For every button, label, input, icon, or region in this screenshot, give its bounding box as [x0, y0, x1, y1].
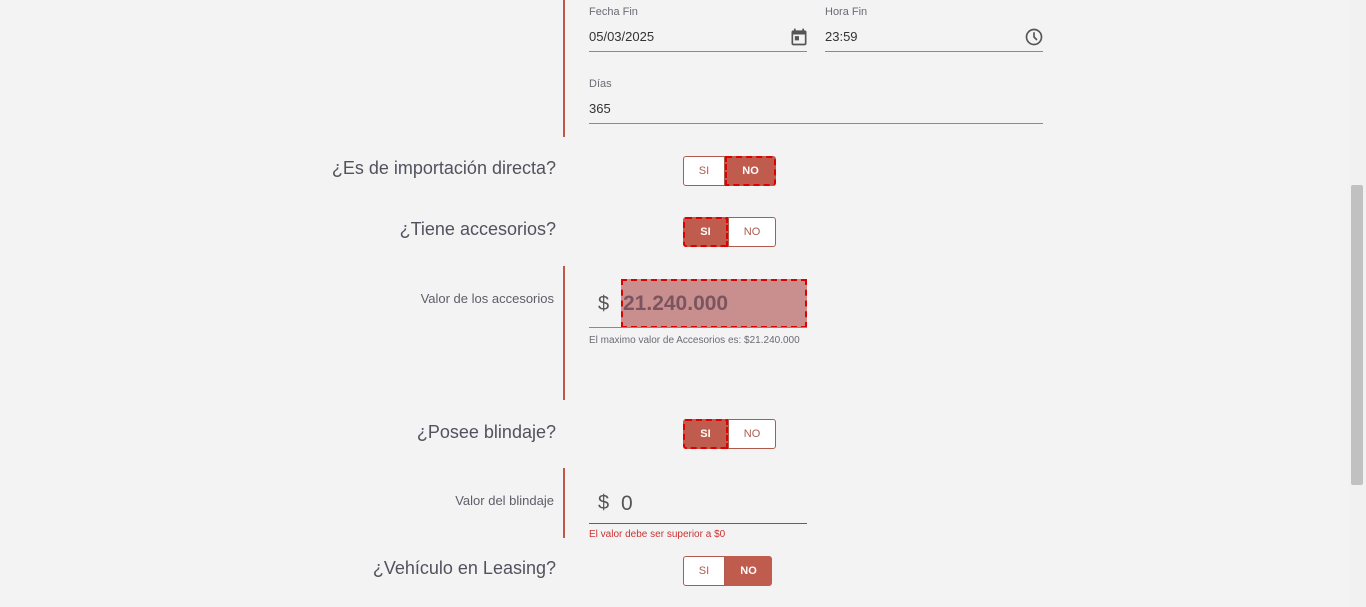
leasing-question: ¿Vehículo en Leasing?: [372, 558, 556, 578]
leasing-no-button[interactable]: NO: [725, 556, 772, 586]
fecha-fin-input[interactable]: 05/03/2025: [589, 29, 654, 44]
importacion-no-button[interactable]: NO: [725, 156, 776, 186]
hora-fin-underline: [825, 51, 1043, 52]
accesorios-toggle: SI NO: [683, 217, 776, 247]
form-page: Fecha Fin 05/03/2025 Hora Fin 23:59 Días…: [0, 0, 1366, 607]
fecha-fin-label: Fecha Fin: [589, 6, 638, 18]
clock-icon[interactable]: [1024, 27, 1044, 47]
hora-fin-label: Hora Fin: [825, 6, 868, 18]
dias-input[interactable]: 365: [589, 101, 611, 116]
blindaje-question: ¿Posee blindaje?: [416, 422, 556, 442]
section-divider-dates: [563, 0, 565, 137]
valor-blindaje-error: El valor debe ser superior a $0: [589, 529, 726, 540]
accesorios-question: ¿Tiene accesorios?: [399, 219, 556, 239]
valor-accesorios-underline: [589, 327, 807, 328]
leasing-toggle: SI NO: [683, 556, 772, 586]
valor-accesorios-input[interactable]: 21.240.000: [621, 279, 807, 328]
calendar-icon[interactable]: [789, 27, 809, 47]
page-scrollbar[interactable]: [1349, 0, 1366, 607]
section-divider-blindaje: [563, 468, 565, 538]
importacion-toggle: SI NO: [683, 156, 776, 186]
accesorios-si-button[interactable]: SI: [683, 217, 728, 247]
importacion-question: ¿Es de importación directa?: [331, 158, 556, 178]
valor-accesorios-hint: El maximo valor de Accesorios es: $21.24…: [589, 335, 800, 346]
dias-underline: [589, 123, 1043, 124]
blindaje-currency-sign: $: [598, 492, 610, 514]
valor-blindaje-label: Valor del blindaje: [455, 493, 554, 508]
importacion-si-button[interactable]: SI: [683, 156, 725, 186]
valor-accesorios-label: Valor de los accesorios: [420, 291, 554, 306]
dias-label: Días: [589, 78, 612, 90]
leasing-si-button[interactable]: SI: [683, 556, 725, 586]
accesorios-currency-sign: $: [598, 293, 610, 315]
valor-blindaje-input[interactable]: 0: [619, 488, 805, 520]
blindaje-toggle: SI NO: [683, 419, 776, 449]
blindaje-no-button[interactable]: NO: [728, 419, 776, 449]
hora-fin-input[interactable]: 23:59: [825, 29, 858, 44]
valor-blindaje-underline: [589, 523, 807, 524]
fecha-fin-underline: [589, 51, 807, 52]
blindaje-si-button[interactable]: SI: [683, 419, 728, 449]
accesorios-no-button[interactable]: NO: [728, 217, 776, 247]
scrollbar-thumb[interactable]: [1351, 185, 1363, 485]
section-divider-accesorios: [563, 266, 565, 400]
